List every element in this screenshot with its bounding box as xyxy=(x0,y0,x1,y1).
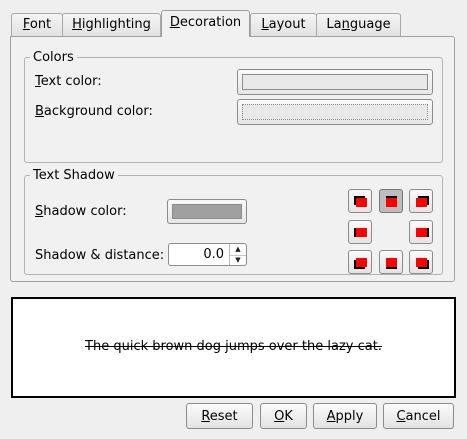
apply-button[interactable]: Apply xyxy=(313,403,377,429)
apply-button-label: Apply xyxy=(326,409,364,424)
down-arrow-icon[interactable]: ▼ xyxy=(230,255,246,266)
text-color-button[interactable] xyxy=(237,69,433,95)
spin-arrows: ▲ ▼ xyxy=(229,244,246,265)
shadow-left-button[interactable] xyxy=(348,220,372,244)
decoration-panel: Colors Text color: Background color: Tex… xyxy=(10,36,455,282)
shadow-bottom-right-button[interactable] xyxy=(409,250,433,274)
shadow-distance-label: Shadow & distance: xyxy=(35,248,165,263)
tab-font[interactable]: Font xyxy=(11,13,63,36)
shadow-distance-value: 0.0 xyxy=(203,247,224,262)
shadow-color-swatch xyxy=(172,204,242,219)
tab-language[interactable]: Language xyxy=(316,13,401,36)
tab-layout-label: Layout xyxy=(261,17,306,32)
text-shadow-group-title: Text Shadow xyxy=(33,168,115,183)
preview-text: The quick brown dog jumps over the lazy … xyxy=(85,339,382,354)
cancel-button[interactable]: Cancel xyxy=(383,403,454,429)
shadow-bottom-button[interactable] xyxy=(379,250,403,274)
background-color-button[interactable] xyxy=(237,99,433,125)
reset-button-label: Reset xyxy=(201,409,238,424)
text-color-label: Text color: xyxy=(35,74,102,89)
tab-layout[interactable]: Layout xyxy=(250,13,317,36)
shadow-color-button[interactable] xyxy=(167,199,247,224)
reset-button[interactable]: Reset xyxy=(186,403,253,429)
shadow-top-button[interactable] xyxy=(379,189,403,213)
shadow-right-button[interactable] xyxy=(409,220,433,244)
background-color-swatch xyxy=(242,104,428,120)
text-color-swatch xyxy=(242,74,428,90)
shadow-top-right-button[interactable] xyxy=(409,189,433,213)
shadow-top-left-button[interactable] xyxy=(348,189,372,213)
tab-font-label: Font xyxy=(22,17,52,32)
colors-group-title: Colors xyxy=(33,50,74,65)
ok-button-label: OK xyxy=(274,409,293,424)
shadow-bottom-left-button[interactable] xyxy=(348,250,372,274)
tab-highlighting[interactable]: Highlighting xyxy=(62,13,161,36)
shadow-color-label: Shadow color: xyxy=(35,204,127,219)
background-color-label: Background color: xyxy=(35,104,153,119)
tab-highlighting-label: Highlighting xyxy=(72,17,151,32)
shadow-distance-spinbox[interactable]: 0.0 ▲ ▼ xyxy=(168,243,247,266)
ok-button[interactable]: OK xyxy=(260,403,307,429)
cancel-button-label: Cancel xyxy=(396,409,441,424)
tab-decoration[interactable]: Decoration xyxy=(161,10,250,37)
tab-decoration-label: Decoration xyxy=(169,15,242,30)
preview-box: The quick brown dog jumps over the lazy … xyxy=(11,297,456,398)
tab-language-label: Language xyxy=(326,17,391,32)
